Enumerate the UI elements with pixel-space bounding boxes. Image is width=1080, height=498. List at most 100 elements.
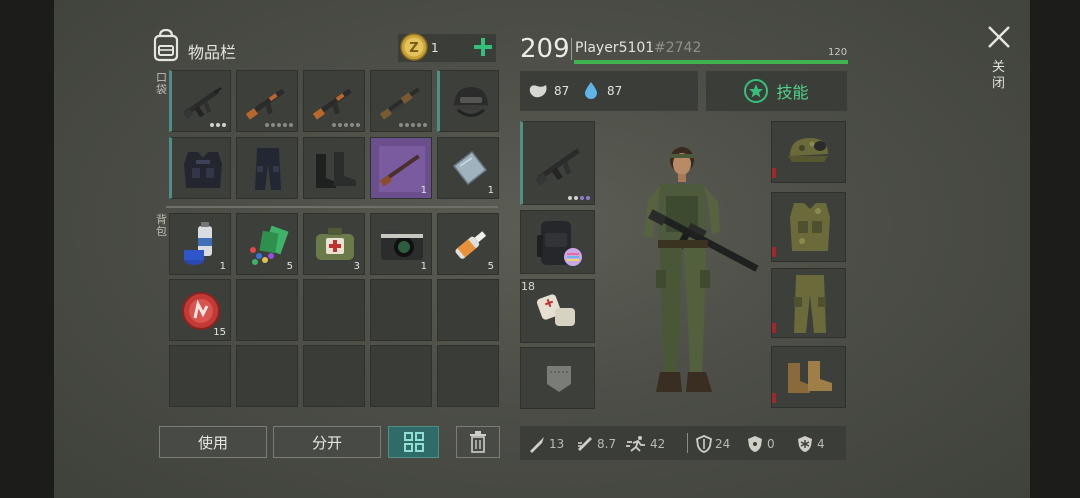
use-button[interactable]: 使用 bbox=[159, 426, 267, 458]
pocket-icon bbox=[547, 366, 571, 392]
equip-slot-pocket[interactable] bbox=[520, 347, 595, 409]
equip-slot-head[interactable] bbox=[771, 121, 846, 183]
spray-can-icon bbox=[184, 222, 212, 265]
cold-value: 4 bbox=[817, 437, 825, 451]
cold-stat: 4 bbox=[796, 435, 825, 453]
radiation-stat: 0 bbox=[746, 435, 775, 453]
ranged-stat: 8.7 bbox=[576, 435, 616, 453]
backpack-slot-bottle-caps[interactable]: 15 bbox=[169, 279, 231, 341]
bandage-icon bbox=[536, 294, 575, 326]
coin-count: 1 bbox=[431, 41, 439, 55]
star-icon bbox=[744, 79, 769, 103]
gun-shot-icon bbox=[578, 437, 592, 451]
backpack-slot-empty[interactable] bbox=[437, 345, 499, 407]
trash-icon bbox=[470, 431, 486, 453]
skills-button[interactable]: 技能 bbox=[706, 71, 847, 111]
backpack-slot-glue[interactable]: 5 bbox=[437, 213, 499, 275]
speed-stat: 42 bbox=[625, 435, 665, 453]
game-screen: 物品栏 Z 1 口袋 背包 1 1 1 5 3 1 5 15 使用 分开 209… bbox=[54, 0, 1030, 498]
add-coins-button[interactable] bbox=[472, 36, 494, 58]
durability-marker bbox=[772, 323, 776, 333]
sort-grid-button[interactable] bbox=[388, 426, 439, 458]
stomach-icon bbox=[528, 82, 548, 104]
running-icon bbox=[626, 436, 645, 452]
camera-qty: 1 bbox=[420, 261, 427, 272]
caps-qty: 15 bbox=[213, 327, 226, 338]
glue-icon bbox=[455, 231, 487, 259]
armor-value: 24 bbox=[715, 437, 731, 451]
pocket-slot-tactical-pants[interactable] bbox=[236, 137, 298, 199]
backpack-slot-empty[interactable] bbox=[370, 279, 432, 341]
water-drop-icon bbox=[584, 81, 598, 103]
pocket-slot-shotgun-blueprint[interactable]: 1 bbox=[370, 137, 432, 199]
shield-icon bbox=[696, 435, 712, 453]
pills-icon bbox=[250, 225, 289, 265]
speed-value: 42 bbox=[650, 437, 666, 451]
camera-icon bbox=[381, 230, 423, 260]
durability-marker bbox=[772, 168, 776, 178]
backpack-slot-empty[interactable] bbox=[169, 345, 231, 407]
melee-value: 13 bbox=[549, 437, 565, 451]
pocket-slot-ak-rifle-2[interactable] bbox=[303, 70, 365, 132]
backpack-slot-empty[interactable] bbox=[370, 345, 432, 407]
character-model bbox=[622, 140, 770, 402]
trash-button[interactable] bbox=[456, 426, 500, 458]
close-button[interactable] bbox=[986, 24, 1012, 50]
backpack-slot-medkit[interactable]: 3 bbox=[303, 213, 365, 275]
section-divider bbox=[166, 206, 498, 208]
inventory-title: 物品栏 bbox=[188, 43, 237, 62]
backpack-label: 背包 bbox=[156, 213, 167, 238]
equip-slot-feet[interactable] bbox=[771, 346, 846, 408]
split-button[interactable]: 分开 bbox=[273, 426, 381, 458]
backpack-slot-empty[interactable] bbox=[236, 345, 298, 407]
plate-qty: 1 bbox=[487, 185, 494, 196]
pocket-slot-assault-rifle[interactable] bbox=[169, 70, 231, 132]
snowflake-shield-icon bbox=[798, 436, 812, 452]
ranged-value: 8.7 bbox=[597, 437, 617, 451]
durability-marker bbox=[772, 393, 776, 403]
backpack-slot-empty[interactable] bbox=[303, 279, 365, 341]
plus-icon bbox=[474, 38, 492, 56]
equip-slot-legs[interactable] bbox=[771, 268, 846, 338]
backpack-slot-empty[interactable] bbox=[236, 279, 298, 341]
skills-label: 技能 bbox=[776, 83, 809, 102]
medkit-icon bbox=[316, 228, 354, 260]
ak-rifle-icon bbox=[245, 88, 285, 120]
metal-plate-icon bbox=[452, 150, 488, 186]
backpack-slot-empty[interactable] bbox=[303, 345, 365, 407]
knife-icon bbox=[530, 437, 544, 453]
boots-icon bbox=[316, 152, 356, 188]
pocket-slot-ak-rifle-1[interactable] bbox=[236, 70, 298, 132]
equip-slot-quick-bandage[interactable]: 18 bbox=[520, 279, 595, 343]
desert-boots-icon bbox=[788, 361, 832, 393]
backpack-slot-empty[interactable] bbox=[437, 279, 499, 341]
pocket-slot-pump-shotgun[interactable] bbox=[370, 70, 432, 132]
assault-rifle-icon bbox=[535, 148, 580, 186]
player-name: Player5101 bbox=[575, 40, 655, 56]
pocket-slot-tactical-vest[interactable] bbox=[169, 137, 231, 199]
assault-rifle-icon bbox=[183, 87, 222, 120]
durability-marker bbox=[772, 247, 776, 257]
grid-icon bbox=[403, 432, 424, 452]
close-label[interactable]: 关闭 bbox=[992, 60, 1006, 92]
pocket-slot-boots[interactable] bbox=[303, 137, 365, 199]
backpack-slot-camera[interactable]: 1 bbox=[370, 213, 432, 275]
tactical-backpack-icon bbox=[537, 221, 582, 266]
medkit-qty: 3 bbox=[353, 261, 360, 272]
shotgun-icon bbox=[379, 87, 420, 120]
equip-slot-backpack[interactable] bbox=[520, 210, 595, 274]
backpack-slot-pills[interactable]: 5 bbox=[236, 213, 298, 275]
svg-text:Z: Z bbox=[409, 41, 418, 56]
equip-slot-primary-weapon[interactable] bbox=[520, 121, 595, 205]
tactical-vest-icon bbox=[184, 152, 222, 188]
close-icon bbox=[988, 26, 1010, 48]
health-value: 120 bbox=[828, 47, 848, 58]
health-bar-fill bbox=[574, 60, 848, 64]
backpack-slot-spray-can[interactable]: 1 bbox=[169, 213, 231, 275]
player-level: 209 bbox=[520, 34, 570, 64]
radiation-value: 0 bbox=[767, 437, 775, 451]
health-bar bbox=[574, 60, 848, 64]
equip-slot-body[interactable] bbox=[771, 192, 846, 262]
pocket-slot-helmet[interactable] bbox=[437, 70, 499, 132]
pocket-slot-metal-plate[interactable]: 1 bbox=[437, 137, 499, 199]
